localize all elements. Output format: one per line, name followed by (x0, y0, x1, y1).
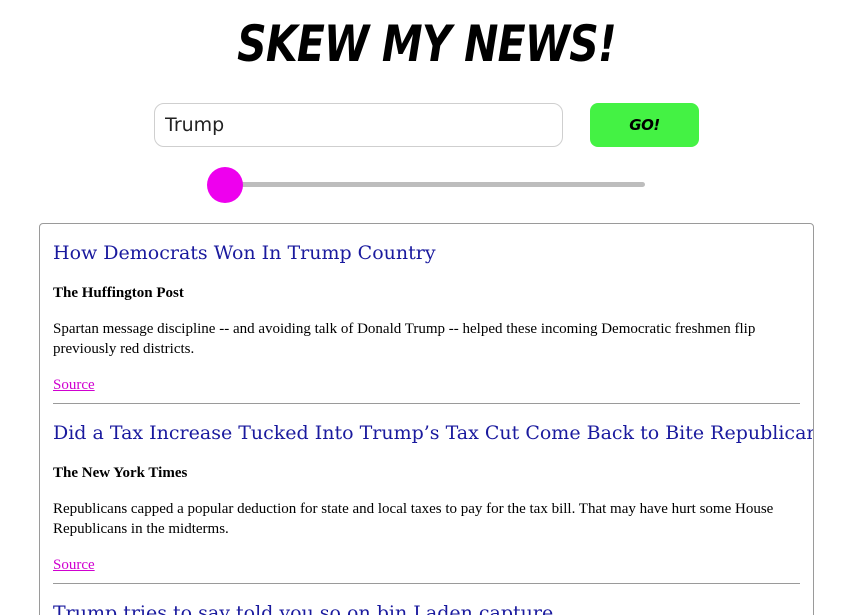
results-panel[interactable]: How Democrats Won In Trump Country The H… (39, 223, 814, 615)
article-source-name: The New York Times (53, 465, 188, 481)
article-item: Trump tries to say told you so on bin La… (53, 600, 800, 615)
article-description: Republicans capped a popular deduction f… (53, 501, 774, 537)
page-title: SKEW MY NEWS! (237, 15, 617, 73)
article-item: How Democrats Won In Trump Country The H… (53, 240, 800, 404)
go-button[interactable]: GO! (590, 103, 699, 147)
article-title-link[interactable]: Trump tries to say told you so on bin La… (53, 600, 800, 615)
article-source-name: The Huffington Post (53, 285, 184, 301)
article-item: Did a Tax Increase Tucked Into Trump’s T… (53, 420, 813, 584)
slider-track[interactable] (224, 182, 645, 187)
article-source-link[interactable]: Source (53, 375, 95, 395)
article-description: Spartan message discipline -- and avoidi… (53, 321, 756, 357)
slider-thumb[interactable] (207, 167, 243, 203)
article-source-link[interactable]: Source (53, 555, 95, 575)
search-input[interactable] (154, 103, 563, 147)
article-title-link[interactable]: Did a Tax Increase Tucked Into Trump’s T… (53, 420, 813, 446)
article-title-link[interactable]: How Democrats Won In Trump Country (53, 240, 800, 266)
bias-slider[interactable] (207, 166, 647, 203)
